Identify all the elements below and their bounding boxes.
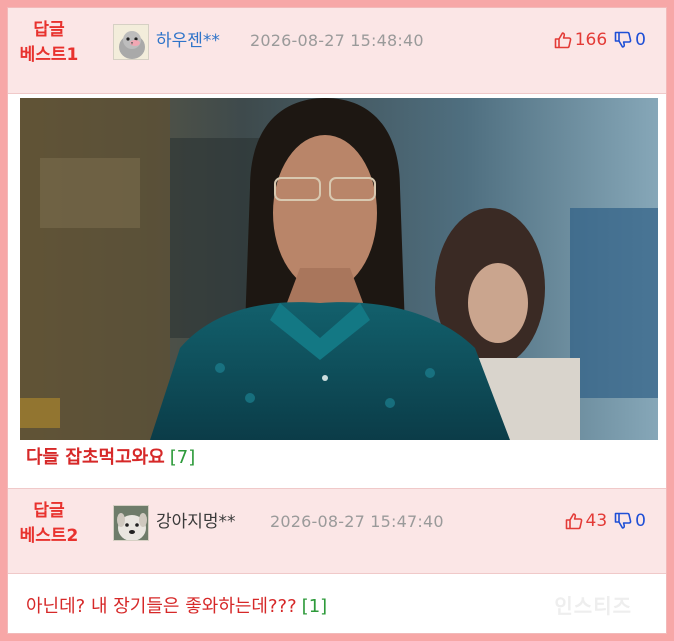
vote-box: 43 0 bbox=[565, 511, 646, 531]
best-badge-line2: 베스트1 bbox=[19, 45, 79, 65]
comment-image[interactable] bbox=[20, 98, 658, 440]
vote-box: 166 0 bbox=[554, 30, 646, 50]
dislike-count: 0 bbox=[635, 511, 646, 531]
comment-text: 다들 잡초먹고와요 [7] bbox=[26, 443, 195, 469]
best-badge-line2: 베스트2 bbox=[19, 526, 79, 546]
comment-text: 아닌데? 내 장기들은 좋와하는데??? [1] bbox=[26, 592, 327, 618]
timestamp: 2026-08-27 15:47:40 bbox=[270, 512, 444, 531]
comment-body: 다들 잡초먹고와요 bbox=[26, 447, 165, 468]
reply-count[interactable]: [7] bbox=[170, 447, 196, 468]
dislike-button[interactable]: 0 bbox=[614, 30, 646, 50]
comment-body: 아닌데? 내 장기들은 좋와하는데??? bbox=[26, 596, 297, 617]
like-count: 166 bbox=[574, 30, 608, 50]
dislike-count: 0 bbox=[635, 30, 646, 50]
dog-avatar-icon[interactable] bbox=[113, 505, 149, 541]
thumbs-up-icon bbox=[565, 513, 582, 530]
best-badge-line1: 답글 bbox=[33, 501, 65, 521]
like-button[interactable]: 43 bbox=[565, 511, 608, 531]
thumbs-down-icon bbox=[614, 512, 632, 529]
thumbs-up-icon bbox=[554, 32, 572, 49]
like-count: 43 bbox=[585, 511, 608, 531]
comment-header: 답글 베스트2 강아지멍** 2026-08-27 15:47:40 43 0 bbox=[8, 488, 666, 574]
dislike-button[interactable]: 0 bbox=[614, 511, 646, 531]
comment-header: 답글 베스트1 하우젠** 2026-08-27 15:48:40 166 0 bbox=[8, 8, 666, 94]
best-badge-line1: 답글 bbox=[33, 20, 65, 40]
timestamp: 2026-08-27 15:48:40 bbox=[250, 31, 424, 50]
nickname[interactable]: 하우젠** bbox=[156, 26, 220, 51]
reply-count[interactable]: [1] bbox=[302, 596, 328, 617]
like-button[interactable]: 166 bbox=[554, 30, 607, 50]
bird-avatar-icon[interactable] bbox=[113, 24, 149, 60]
comment-list: 답글 베스트1 하우젠** 2026-08-27 15:48:40 166 0 … bbox=[7, 7, 667, 634]
best-reply-badge: 답글 베스트2 bbox=[8, 499, 90, 549]
best-reply-badge: 답글 베스트1 bbox=[8, 18, 90, 68]
thumbs-down-icon bbox=[614, 31, 632, 48]
nickname[interactable]: 강아지멍** bbox=[156, 507, 236, 532]
site-watermark: 인스티즈 bbox=[554, 594, 632, 618]
